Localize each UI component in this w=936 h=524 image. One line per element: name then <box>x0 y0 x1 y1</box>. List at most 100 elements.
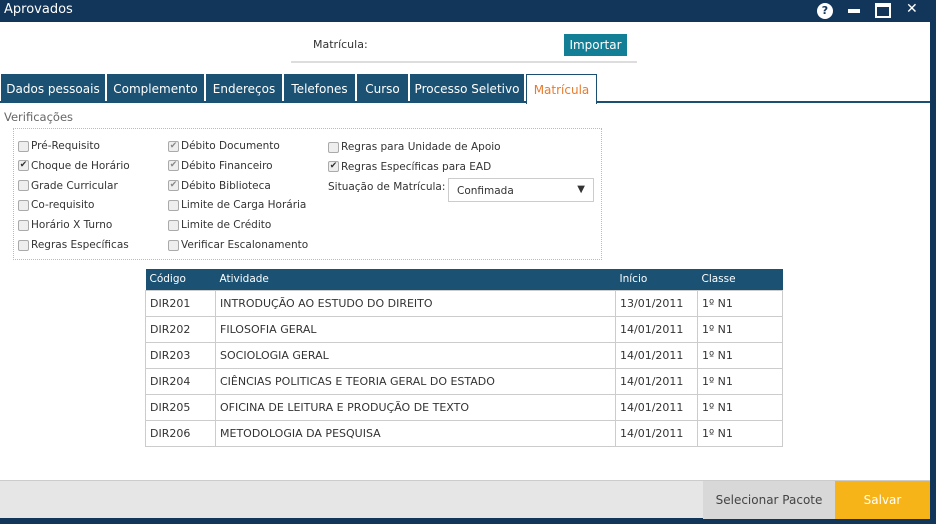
help-icon[interactable]: ? <box>817 3 833 19</box>
import-button[interactable]: Importar <box>564 34 627 56</box>
cell-inicio: 13/01/2011 <box>615 289 698 317</box>
window-title: Aprovados <box>4 2 73 17</box>
checkbox-label: Pré-Requisito <box>31 140 100 152</box>
cell-atividade: CIÊNCIAS POLITICAS E TEORIA GERAL DO EST… <box>215 367 616 395</box>
situacao-value: Confimada <box>457 185 514 197</box>
checkbox-icon[interactable] <box>18 180 29 192</box>
checkbox-label: Co-requisito <box>31 199 95 212</box>
cell-codigo: DIR202 <box>145 315 216 343</box>
checkbox-item[interactable]: Limite de Carga Horária <box>168 199 306 211</box>
checkbox-item[interactable]: ✔ Débito Biblioteca <box>168 180 271 192</box>
cell-classe: 1º N1 <box>697 315 783 343</box>
cell-classe: 1º N1 <box>697 289 783 317</box>
checkbox-item[interactable]: Grade Curricular <box>18 180 118 192</box>
tab-curso[interactable]: Curso <box>357 74 408 103</box>
minimize-icon[interactable] <box>848 9 860 13</box>
checkbox-checked-icon[interactable]: ✔ <box>168 140 179 152</box>
checkbox-item[interactable]: Regras Específicas <box>18 239 129 251</box>
checkbox-item[interactable]: ✔ Choque de Horário <box>18 160 130 172</box>
cell-atividade: METODOLOGIA DA PESQUISA <box>215 419 616 447</box>
table-row[interactable]: DIR205 OFICINA DE LEITURA E PRODUÇÃO DE T… <box>145 393 783 421</box>
checkbox-label: Choque de Horário <box>31 159 130 172</box>
tab-processo-seletivo[interactable]: Processo Seletivo <box>410 74 524 103</box>
cell-codigo: DIR204 <box>145 367 216 395</box>
situacao-label: Situação de Matrícula: <box>328 181 446 193</box>
checkbox-label: Limite de Carga Horária <box>181 199 307 212</box>
checkbox-icon[interactable] <box>18 239 29 251</box>
col-header-inicio: Início <box>615 269 698 290</box>
cell-inicio: 14/01/2011 <box>615 315 698 343</box>
close-icon[interactable]: ✕ <box>906 1 918 17</box>
activities-table: Código Atividade Início Classe DIR201 INT… <box>145 269 783 447</box>
checkbox-item[interactable]: Co-requisito <box>18 199 94 211</box>
cell-atividade: OFICINA DE LEITURA E PRODUÇÃO DE TEXTO <box>215 393 616 421</box>
cell-inicio: 14/01/2011 <box>615 341 698 369</box>
checkbox-label: Débito Financeiro <box>181 159 273 172</box>
checkbox-item[interactable]: Horário X Turno <box>18 219 112 231</box>
checkbox-item[interactable]: Verificar Escalonamento <box>168 239 308 251</box>
save-button[interactable]: Salvar <box>835 481 930 519</box>
cell-atividade: INTRODUÇÃO AO ESTUDO DO DIREITO <box>215 289 616 317</box>
checkbox-checked-icon[interactable]: ✔ <box>328 161 339 173</box>
chevron-down-icon: ▼ <box>577 184 585 195</box>
verificacoes-title: Verificações <box>4 110 74 124</box>
cell-classe: 1º N1 <box>697 393 783 421</box>
checkbox-label: Débito Biblioteca <box>181 179 271 192</box>
checkbox-icon[interactable] <box>168 199 179 211</box>
checkbox-icon[interactable] <box>328 141 339 153</box>
cell-codigo: DIR206 <box>145 419 216 447</box>
cell-codigo: DIR201 <box>145 289 216 317</box>
checkbox-label: Regras Específicas para EAD <box>341 160 492 173</box>
checkbox-label: Grade Curricular <box>31 179 118 192</box>
tab-matricula[interactable]: Matrícula <box>526 74 597 104</box>
cell-codigo: DIR205 <box>145 393 216 421</box>
footer-bar: Selecionar Pacote Salvar <box>0 480 930 519</box>
col-header-classe: Classe <box>697 269 783 290</box>
tab-telefones[interactable]: Telefones <box>284 74 355 103</box>
cell-inicio: 14/01/2011 <box>615 367 698 395</box>
cell-inicio: 14/01/2011 <box>615 393 698 421</box>
checkbox-icon[interactable] <box>168 239 179 251</box>
tab-complemento[interactable]: Complemento <box>107 74 204 103</box>
cell-classe: 1º N1 <box>697 341 783 369</box>
checkbox-icon[interactable] <box>18 140 29 152</box>
checkbox-checked-icon[interactable]: ✔ <box>18 160 29 172</box>
maximize-icon[interactable] <box>875 3 891 18</box>
checkbox-item[interactable]: Limite de Crédito <box>168 219 271 231</box>
checkbox-checked-icon[interactable]: ✔ <box>168 160 179 172</box>
table-row[interactable]: DIR203 SOCIOLOGIA GERAL 14/01/2011 1º N1 <box>145 341 783 369</box>
table-row[interactable]: DIR202 FILOSOFIA GERAL 14/01/2011 1º N1 <box>145 315 783 343</box>
table-header-row: Código Atividade Início Classe <box>145 269 783 290</box>
checkbox-icon[interactable] <box>168 219 179 231</box>
cell-codigo: DIR203 <box>145 341 216 369</box>
checkbox-item[interactable]: ✔ Débito Financeiro <box>168 160 273 172</box>
checkbox-label: Regras para Unidade de Apoio <box>341 141 501 153</box>
table-row[interactable]: DIR206 METODOLOGIA DA PESQUISA 14/01/2011 1… <box>145 419 783 447</box>
checkbox-item[interactable]: ✔ Débito Documento <box>168 140 280 152</box>
table-row[interactable]: DIR204 CIÊNCIAS POLITICAS E TEORIA GERAL … <box>145 367 783 395</box>
checkbox-icon[interactable] <box>18 199 29 211</box>
checkbox-item[interactable]: ✔ Regras Específicas para EAD <box>328 161 491 173</box>
cell-inicio: 14/01/2011 <box>615 419 698 447</box>
cell-atividade: SOCIOLOGIA GERAL <box>215 341 616 369</box>
situacao-select[interactable]: Confimada ▼ <box>448 178 594 202</box>
checkbox-label: Limite de Crédito <box>181 219 272 232</box>
checkbox-item[interactable]: Regras para Unidade de Apoio <box>328 141 501 153</box>
checkbox-icon[interactable] <box>18 219 29 231</box>
checkbox-label: Verificar Escalonamento <box>181 239 309 251</box>
tab-bar: Dados pessoais Complemento Endereços Tel… <box>0 74 930 104</box>
col-header-codigo: Código <box>145 269 216 290</box>
table-row[interactable]: DIR201 INTRODUÇÃO AO ESTUDO DO DIREITO 13/… <box>145 289 783 317</box>
select-package-button[interactable]: Selecionar Pacote <box>703 481 835 519</box>
title-bar: Aprovados ? ✕ <box>0 0 936 22</box>
cell-classe: 1º N1 <box>697 419 783 447</box>
checkbox-label: Débito Documento <box>181 140 280 152</box>
checkbox-item[interactable]: Pré-Requisito <box>18 140 100 152</box>
checkbox-checked-icon[interactable]: ✔ <box>168 180 179 192</box>
matricula-label: Matrícula: <box>313 38 368 51</box>
tab-dados-pessoais[interactable]: Dados pessoais <box>1 74 105 103</box>
col-header-atividade: Atividade <box>215 269 616 290</box>
tab-enderecos[interactable]: Endereços <box>206 74 282 103</box>
checkbox-label: Horário X Turno <box>31 219 113 232</box>
matricula-input[interactable] <box>291 61 637 63</box>
